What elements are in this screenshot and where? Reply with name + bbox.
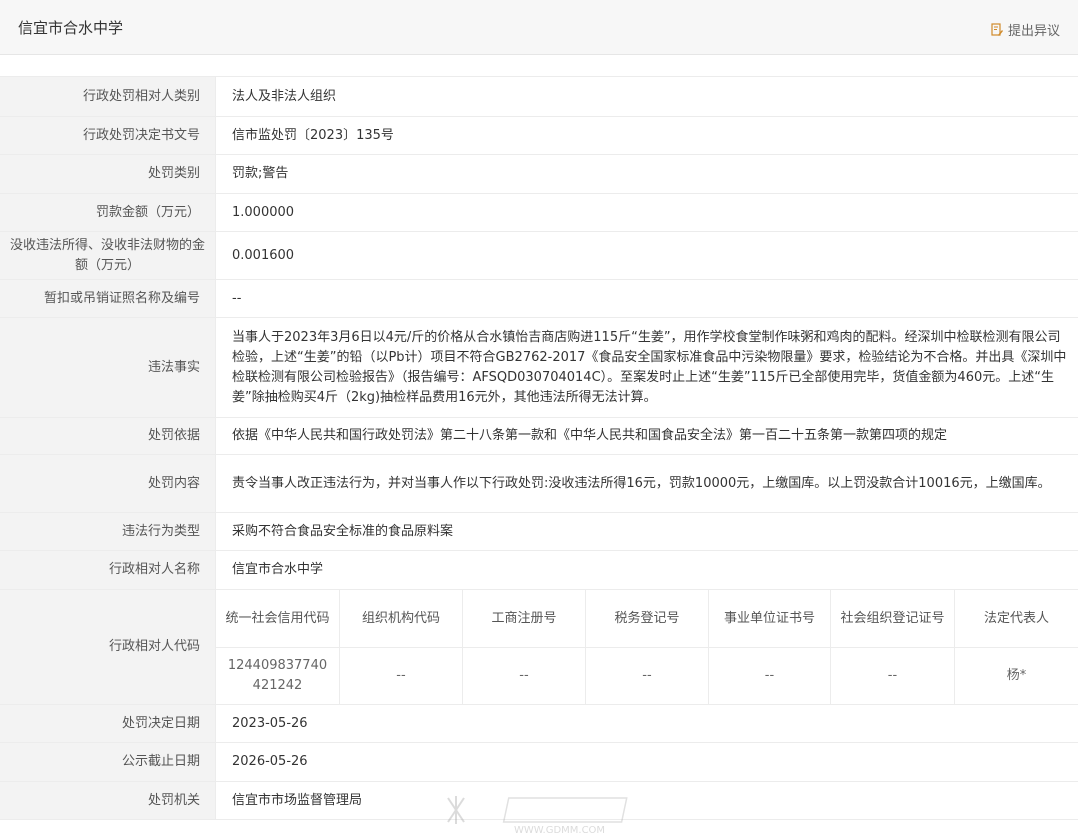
edit-document-icon (990, 22, 1004, 37)
row-value: 法人及非法人组织 (232, 88, 337, 104)
subtable-header-cell: 工商注册号 (463, 590, 586, 648)
row-violation-facts: 违法事实 当事人于2023年3月6日以4元/斤的价格从合水镇怡吉商店购进115斤… (0, 318, 1078, 418)
row-decision-no: 行政处罚决定书文号 信市监处罚〔2023〕135号 (0, 117, 1078, 155)
party-code-subtable: 统一社会信用代码 组织机构代码 工商注册号 税务登记号 事业单位证书号 社会组织… (216, 590, 1078, 704)
row-label: 处罚类别 (0, 155, 216, 193)
objection-button[interactable]: 提出异议 (990, 20, 1060, 39)
subtable-cell: -- (340, 648, 463, 704)
row-label: 处罚内容 (0, 455, 216, 512)
row-value: 责令当事人改正违法行为，并对当事人作以下行政处罚:没收违法所得16元，罚款100… (232, 475, 1051, 491)
row-label: 违法行为类型 (0, 513, 216, 550)
subtable-cell: -- (586, 648, 709, 704)
row-violation-type: 违法行为类型 采购不符合食品安全标准的食品原料案 (0, 513, 1078, 551)
row-label: 行政相对人代码 (0, 590, 216, 704)
row-label: 公示截止日期 (0, 743, 216, 781)
penalty-info-table: 行政处罚相对人类别 法人及非法人组织 行政处罚决定书文号 信市监处罚〔2023〕… (0, 76, 1078, 820)
subtable-cell: -- (709, 648, 831, 704)
site-watermark: WWW.GDMM.COM (440, 792, 650, 836)
row-value: 罚款;警告 (232, 166, 289, 181)
subtable-header-cell: 组织机构代码 (340, 590, 463, 648)
legal-rep-value: 杨* (1006, 668, 1027, 683)
row-label: 处罚决定日期 (0, 705, 216, 742)
row-value: 1.000000 (232, 204, 295, 220)
row-publicity-deadline: 公示截止日期 2026-05-26 (0, 743, 1078, 782)
row-party-name: 行政相对人名称 信宜市合水中学 (0, 551, 1078, 590)
row-label: 行政相对人名称 (0, 551, 216, 589)
row-decision-date: 处罚决定日期 2023-05-26 (0, 705, 1078, 743)
objection-label: 提出异议 (1007, 24, 1060, 39)
credit-code-value: 124409837740421242 (216, 648, 340, 704)
watermark-text: WWW.GDMM.COM (514, 825, 605, 836)
row-label: 暂扣或吊销证照名称及编号 (0, 280, 216, 317)
row-value: -- (232, 290, 242, 306)
subtable-header-cell: 法定代表人 (955, 590, 1078, 648)
row-label: 罚款金额（万元） (0, 194, 216, 231)
row-license-revoke: 暂扣或吊销证照名称及编号 -- (0, 280, 1078, 318)
subtable-header-cell: 统一社会信用代码 (216, 590, 340, 648)
row-label: 行政处罚相对人类别 (0, 77, 216, 116)
subtable-header-cell: 税务登记号 (586, 590, 709, 648)
row-value: 2023-05-26 (232, 715, 308, 731)
row-value: 依据《中华人民共和国行政处罚法》第二十八条第一款和《中华人民共和国食品安全法》第… (232, 428, 948, 443)
row-value: 信宜市合水中学 (232, 562, 324, 577)
row-value: 0.001600 (232, 247, 295, 263)
row-label: 没收违法所得、没收非法财物的金额（万元） (0, 232, 216, 279)
row-party-code: 行政相对人代码 统一社会信用代码 组织机构代码 工商注册号 税务登记号 事业单位… (0, 590, 1078, 705)
page-title: 信宜市合水中学 (18, 19, 124, 37)
subtable-header-cell: 社会组织登记证号 (831, 590, 955, 648)
row-fine-amount: 罚款金额（万元） 1.000000 (0, 194, 1078, 232)
row-value: 2026-05-26 (232, 754, 308, 769)
row-label: 处罚依据 (0, 418, 216, 454)
row-penalty-content: 处罚内容 责令当事人改正违法行为，并对当事人作以下行政处罚:没收违法所得16元，… (0, 455, 1078, 513)
row-confiscation: 没收违法所得、没收非法财物的金额（万元） 0.001600 (0, 232, 1078, 280)
subtable-header-cell: 事业单位证书号 (709, 590, 831, 648)
subtable-row: 124409837740421242 -- -- -- -- -- 杨* (216, 648, 1078, 704)
row-value: 采购不符合食品安全标准的食品原料案 (232, 523, 454, 539)
row-party-type: 行政处罚相对人类别 法人及非法人组织 (0, 77, 1078, 117)
subtable-cell: -- (831, 648, 955, 704)
page-header: 信宜市合水中学 提出异议 (0, 0, 1078, 55)
subtable-cell: -- (463, 648, 586, 704)
subtable-header: 统一社会信用代码 组织机构代码 工商注册号 税务登记号 事业单位证书号 社会组织… (216, 590, 1078, 648)
row-label: 行政处罚决定书文号 (0, 117, 216, 154)
row-label: 处罚机关 (0, 782, 216, 819)
row-legal-basis: 处罚依据 依据《中华人民共和国行政处罚法》第二十八条第一款和《中华人民共和国食品… (0, 418, 1078, 455)
row-value: 当事人于2023年3月6日以4元/斤的价格从合水镇怡吉商店购进115斤“生姜”，… (232, 329, 1067, 405)
row-penalty-category: 处罚类别 罚款;警告 (0, 155, 1078, 194)
row-value: 信市监处罚〔2023〕135号 (232, 127, 394, 143)
row-label: 违法事实 (0, 318, 216, 417)
